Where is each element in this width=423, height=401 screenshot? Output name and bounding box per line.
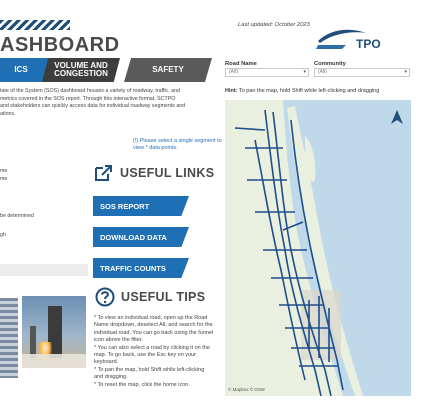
segment-hint: (!) Please select a single segment to vi…	[133, 138, 222, 151]
road-name-dropdown[interactable]: (All) ▾	[225, 68, 309, 77]
page-title: ASHBOARD	[0, 34, 120, 56]
useful-links-header: USEFUL LINKS	[94, 164, 214, 182]
community-value: (All)	[318, 69, 327, 75]
metric-fragment: me	[0, 168, 8, 174]
useful-tips-header: USEFUL TIPS	[95, 287, 205, 307]
tip-item: * To reset the map, click the home icon.	[94, 381, 190, 388]
sos-report-button[interactable]: SOS REPORT	[93, 196, 189, 216]
tpo-logo: TPO	[316, 29, 381, 51]
metric-fragment: gh	[0, 232, 6, 238]
chevron-down-icon: ▾	[404, 69, 407, 75]
tab-bar: ICS VOLUME AND CONGESTION SAFETY	[0, 58, 215, 82]
map-attribution: © Mapbox © OSM	[228, 387, 265, 392]
tip-item: * To view an individual road, open up th…	[94, 315, 214, 344]
description-line: tate of the System (SOS) dashboard house…	[0, 88, 180, 94]
chevron-down-icon: ▾	[303, 69, 306, 75]
left-panel-bar	[0, 264, 88, 276]
map-hint: Hint: To pan the map, hold Shift while l…	[225, 88, 379, 94]
last-updated: Last updated: October 2023	[238, 22, 310, 28]
description-line: ations.	[0, 110, 16, 117]
download-data-button[interactable]: DOWNLOAD DATA	[93, 227, 189, 247]
road-name-label: Road Name	[225, 61, 257, 67]
header-stripes	[0, 20, 70, 30]
logo-text: TPO	[356, 37, 381, 51]
community-dropdown[interactable]: (All) ▾	[314, 68, 410, 77]
useful-tips-title: USEFUL TIPS	[121, 290, 206, 304]
metric-fragment: be determined	[0, 213, 34, 219]
map-hint-prefix: Hint:	[225, 88, 238, 94]
tip-item: * You can also select a road by clicking…	[94, 344, 210, 366]
tab-safety[interactable]: SAFETY	[124, 58, 212, 82]
tip-item: * To pan the map, hold Shift while left-…	[94, 366, 205, 381]
useful-links-title: USEFUL LINKS	[120, 166, 215, 180]
description-line: and stakeholders can quickly access data…	[0, 103, 186, 109]
traffic-counts-button[interactable]: TRAFFIC COUNTS	[93, 258, 189, 278]
map-hint-text: To pan the map, hold Shift while left-cl…	[238, 88, 380, 94]
question-circle-icon	[95, 287, 115, 307]
launch-smoke	[22, 354, 86, 368]
external-link-icon	[95, 165, 112, 181]
dashboard-description: tate of the System (SOS) dashboard house…	[0, 88, 218, 118]
road-map[interactable]	[225, 100, 411, 396]
community-label: Community	[314, 61, 346, 67]
road-name-value: (All)	[229, 69, 238, 75]
metric-fragment: me	[0, 176, 8, 182]
useful-tips-list: * To view an individual road, open up th…	[94, 315, 214, 389]
map-canvas[interactable]	[225, 100, 411, 396]
rocket-launch-photo	[22, 296, 86, 368]
tab-volume-and-congestion[interactable]: VOLUME AND CONGESTION	[42, 58, 120, 82]
description-line: metrics covered in the SOS report. Throu…	[0, 95, 176, 102]
thumbnail-image	[0, 298, 18, 378]
